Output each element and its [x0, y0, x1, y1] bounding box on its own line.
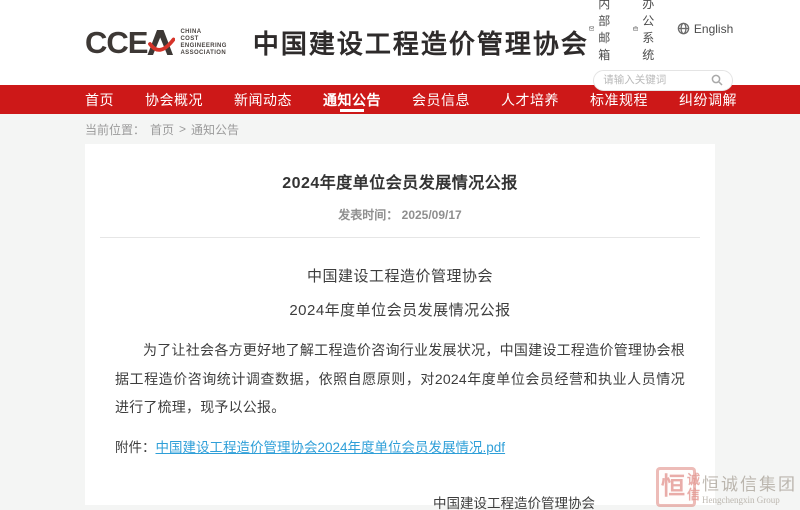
seal-char: 信 [687, 487, 700, 502]
internal-mail-link[interactable]: 内部邮箱 [589, 0, 618, 63]
header-utilities: 内部邮箱 办公系统 English [589, 0, 733, 91]
util-link-label: English [694, 22, 733, 36]
nav-item-label: 会员信息 [412, 90, 470, 110]
attachment-row: 附件：中国建设工程造价管理协会2024年度单位会员发展情况.pdf [115, 436, 685, 456]
logo-sub-line: ASSOCIATION [180, 50, 226, 57]
globe-icon [677, 22, 690, 35]
nav-item-label: 新闻动态 [234, 90, 292, 110]
main-nav: 首页 协会概况 新闻动态 通知公告 会员信息 人才培养 标准规程 纠纷调解 [0, 85, 800, 114]
logo-sub-line: COST [180, 36, 226, 43]
hengchengxin-seal-icon: 恒 诚 信 [656, 467, 696, 507]
ccea-logo: CCE CHINA COST ENGINEERING ASSOCIATION [85, 27, 227, 58]
breadcrumb-prefix: 当前位置： [85, 121, 145, 138]
title-divider [100, 237, 700, 238]
nav-item-mediation[interactable]: 纠纷调解 [679, 85, 737, 114]
signature-block: 中国建设工程造价管理协会 2025年9月17日 [85, 492, 715, 510]
publish-time-value: 2025/09/17 [402, 208, 462, 222]
logo-letter-a-icon [146, 28, 175, 57]
seal-char: 恒 [661, 471, 685, 503]
util-link-label: 办公系统 [642, 0, 662, 63]
site-title: 中国建设工程造价管理协会 [253, 24, 589, 61]
nav-item-about[interactable]: 协会概况 [145, 85, 203, 114]
nav-item-label: 人才培养 [501, 90, 559, 110]
logo-sub-line: CHINA [180, 29, 226, 36]
brand[interactable]: CCE CHINA COST ENGINEERING ASSOCIATION 中… [85, 24, 589, 61]
body-org-line: 中国建设工程造价管理协会 [85, 265, 715, 286]
watermark-name-cn: 恒诚信集团 [702, 470, 797, 495]
article-title: 2024年度单位会员发展情况公报 [85, 144, 715, 193]
seal-char: 诚 [687, 472, 700, 487]
nav-item-label: 通知公告 [323, 90, 381, 110]
nav-item-home[interactable]: 首页 [85, 85, 114, 114]
site-header: CCE CHINA COST ENGINEERING ASSOCIATION 中… [0, 0, 800, 85]
nav-item-training[interactable]: 人才培养 [501, 85, 559, 114]
nav-item-label: 纠纷调解 [679, 90, 737, 110]
article-panel: 2024年度单位会员发展情况公报 发表时间： 2025/09/17 中国建设工程… [85, 144, 715, 505]
breadcrumb-home-link[interactable]: 首页 [150, 121, 174, 138]
article-meta: 发表时间： 2025/09/17 [85, 206, 715, 223]
watermark-text: 恒诚信集团 Hengchengxin Group [702, 470, 797, 505]
breadcrumb-separator: > [179, 122, 186, 136]
mail-icon [589, 22, 594, 35]
nav-item-members[interactable]: 会员信息 [412, 85, 470, 114]
article-paragraph: 为了让社会各方更好地了解工程造价咨询行业发展状况，中国建设工程造价管理协会根据工… [115, 336, 685, 422]
nav-item-label: 标准规程 [590, 90, 648, 110]
attachment-label: 附件： [115, 440, 156, 455]
briefcase-icon [633, 22, 638, 35]
signature-org: 中国建设工程造价管理协会 [433, 492, 595, 510]
nav-item-news[interactable]: 新闻动态 [234, 85, 292, 114]
nav-item-label: 首页 [85, 90, 114, 110]
breadcrumb-current-link[interactable]: 通知公告 [191, 121, 239, 138]
page: CCE CHINA COST ENGINEERING ASSOCIATION 中… [0, 0, 800, 510]
attachment-pdf-link[interactable]: 中国建设工程造价管理协会2024年度单位会员发展情况.pdf [156, 440, 506, 455]
nav-item-label: 协会概况 [145, 90, 203, 110]
logo-acronym: CCE [85, 27, 147, 58]
hengchengxin-watermark: 恒 诚 信 恒诚信集团 Hengchengxin Group [656, 467, 797, 507]
logo-subtext: CHINA COST ENGINEERING ASSOCIATION [180, 29, 226, 57]
utility-links: 内部邮箱 办公系统 English [589, 0, 733, 63]
body-title-line: 2024年度单位会员发展情况公报 [85, 299, 715, 320]
util-link-label: 内部邮箱 [598, 0, 618, 63]
logo-sub-line: ENGINEERING [180, 43, 226, 50]
office-system-link[interactable]: 办公系统 [633, 0, 662, 63]
english-link[interactable]: English [677, 0, 733, 63]
watermark-name-en: Hengchengxin Group [702, 495, 797, 505]
nav-item-standards[interactable]: 标准规程 [590, 85, 648, 114]
nav-item-notices[interactable]: 通知公告 [323, 85, 381, 114]
publish-time-label: 发表时间： [338, 208, 398, 222]
breadcrumb: 当前位置： 首页 > 通知公告 [0, 114, 800, 144]
